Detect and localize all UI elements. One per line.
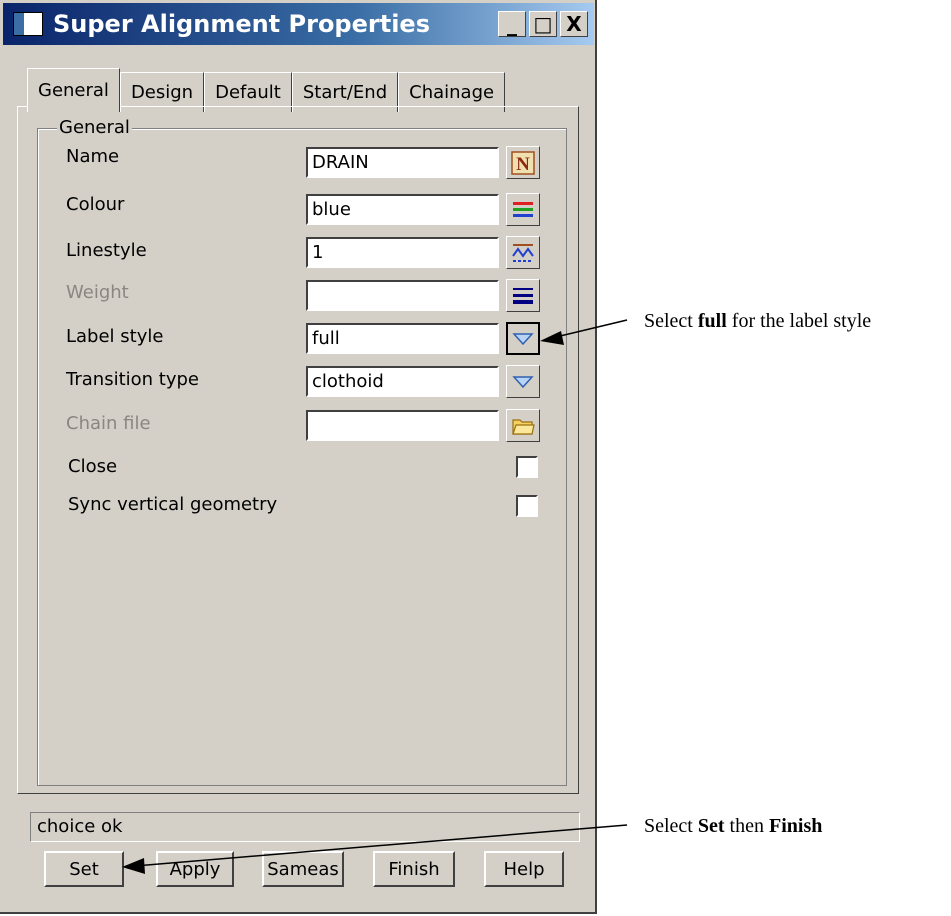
colour-field[interactable]: blue: [306, 194, 499, 225]
chain-file-field[interactable]: [306, 410, 499, 441]
maximize-button[interactable]: □: [529, 11, 557, 37]
transition-type-field[interactable]: clothoid: [306, 366, 499, 397]
name-N-icon: N: [511, 150, 535, 175]
apply-button[interactable]: Apply: [156, 851, 234, 887]
help-button[interactable]: Help: [484, 851, 564, 887]
minimize-button[interactable]: _: [498, 11, 526, 37]
sync-vertical-geometry-label: Sync vertical geometry: [68, 494, 278, 515]
status-message: choice ok: [30, 812, 580, 842]
chain-file-label: Chain file: [66, 413, 151, 434]
name-field[interactable]: DRAIN: [306, 147, 499, 178]
label-style-field[interactable]: full: [306, 323, 499, 354]
transition-type-dropdown-button[interactable]: [506, 365, 540, 398]
colour-lines-icon: [513, 201, 533, 217]
weight-button[interactable]: [506, 279, 540, 312]
title-bar[interactable]: Super Alignment Properties _ □ X: [3, 3, 594, 45]
colour-label: Colour: [66, 194, 125, 215]
finish-button[interactable]: Finish: [373, 851, 455, 887]
window-title: Super Alignment Properties: [53, 10, 430, 38]
set-button[interactable]: Set: [44, 851, 124, 887]
tab-general[interactable]: General: [27, 68, 120, 112]
transition-type-label: Transition type: [66, 369, 199, 390]
linestyle-icon: [512, 243, 534, 262]
close-button[interactable]: X: [560, 11, 588, 37]
folder-icon: [512, 418, 535, 435]
sameas-button[interactable]: Sameas: [262, 851, 344, 887]
super-alignment-properties-window: Super Alignment Properties _ □ X General…: [0, 0, 597, 914]
group-legend: General: [57, 117, 132, 138]
chevron-down-icon: [512, 375, 534, 388]
weight-label: Weight: [66, 282, 129, 303]
app-window-icon: [13, 12, 43, 36]
label-style-annotation: Select full for the label style: [644, 310, 872, 332]
close-checkbox[interactable]: [516, 456, 538, 478]
linestyle-button[interactable]: [506, 236, 540, 269]
weight-lines-icon: [513, 287, 533, 304]
linestyle-label: Linestyle: [66, 240, 147, 261]
weight-field[interactable]: [306, 280, 499, 311]
label-style-dropdown-button[interactable]: [506, 322, 540, 355]
label-style-label: Label style: [66, 326, 164, 347]
svg-text:N: N: [516, 154, 530, 175]
set-finish-annotation: Select Set then Finish: [644, 815, 823, 837]
sync-vertical-geometry-checkbox[interactable]: [516, 495, 538, 517]
tab-strip: General Design Default Start/End Chainag…: [27, 68, 506, 112]
close-label: Close: [68, 456, 118, 477]
linestyle-field[interactable]: 1: [306, 237, 499, 268]
name-label: Name: [66, 146, 120, 167]
colour-button[interactable]: [506, 193, 540, 226]
chevron-down-icon: [512, 332, 534, 345]
name-button[interactable]: N: [506, 146, 540, 179]
chain-file-browse-button[interactable]: [506, 409, 540, 442]
